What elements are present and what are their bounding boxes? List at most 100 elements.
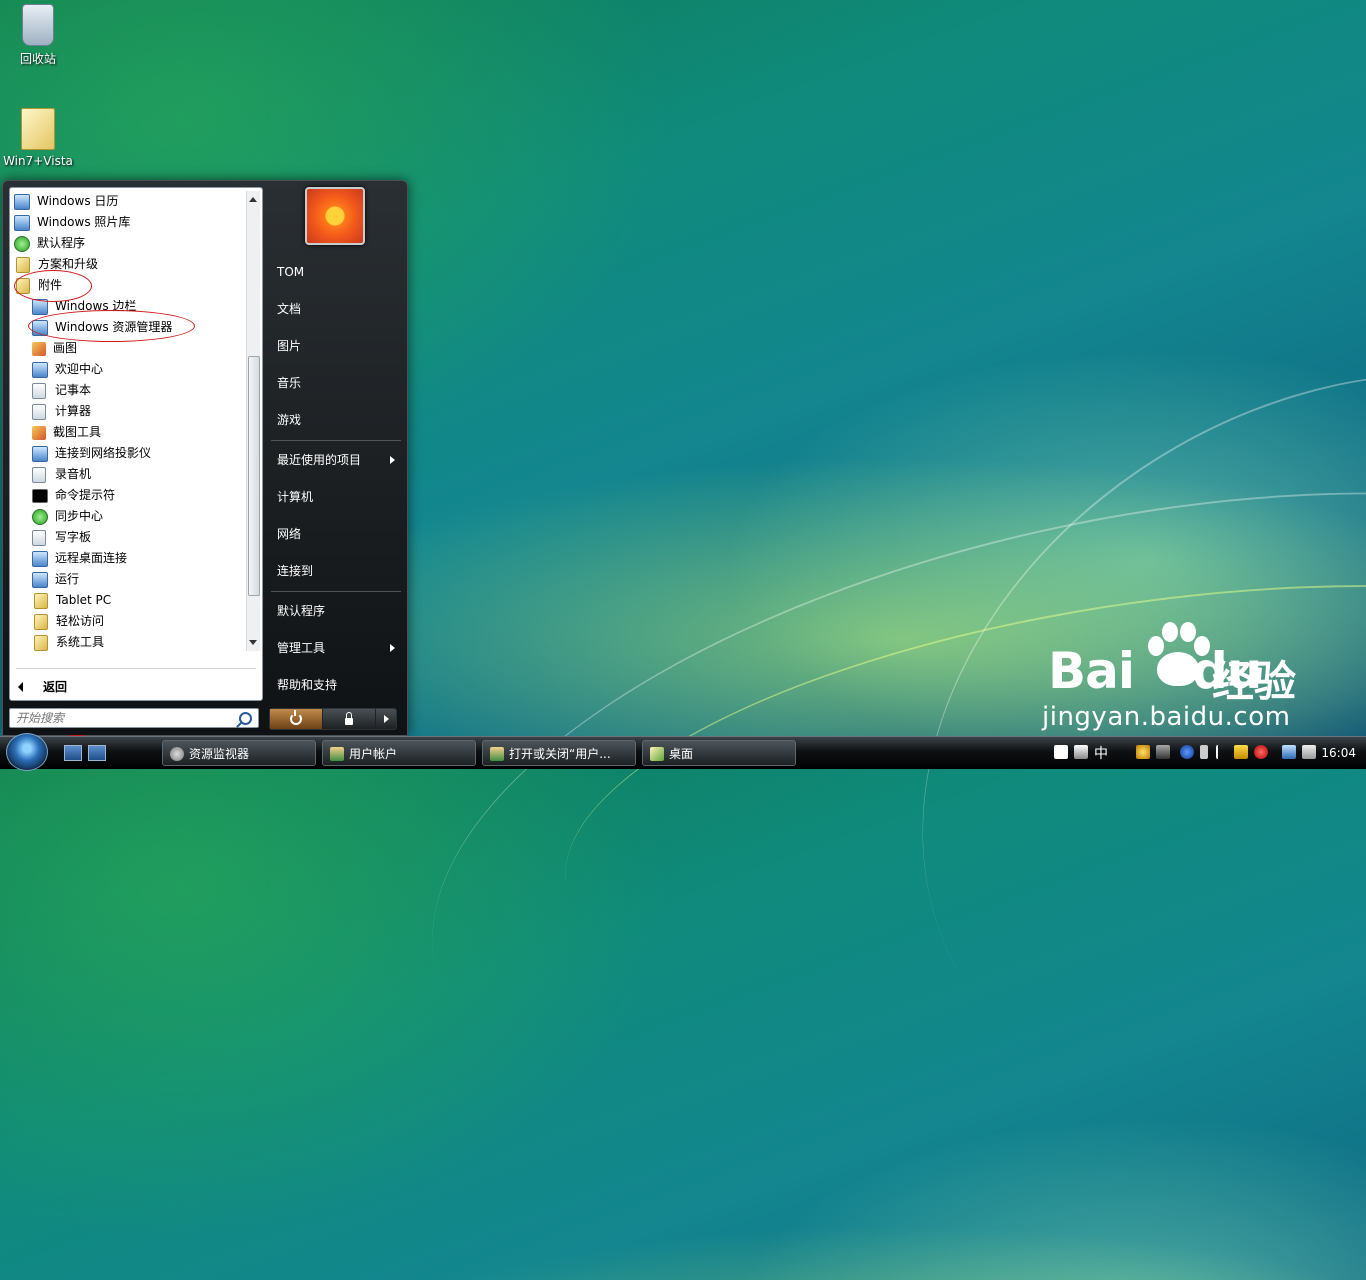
program-item-run[interactable]: 运行	[10, 569, 246, 590]
scrollbar-thumb[interactable]	[248, 356, 260, 596]
search-icon[interactable]	[239, 712, 252, 725]
program-item-windows-photo-gallery[interactable]: Windows 照片库	[10, 212, 246, 233]
place-pictures[interactable]: 图片	[271, 330, 401, 362]
ime-indicator[interactable]: 中	[1094, 743, 1108, 763]
power-button[interactable]	[270, 709, 323, 729]
show-desktop-icon[interactable]	[64, 745, 82, 761]
program-item-welcome-center[interactable]: 欢迎中心	[10, 359, 246, 380]
place-connect-to[interactable]: 连接到	[271, 555, 401, 587]
folder-icon	[34, 613, 48, 630]
program-item-paint[interactable]: 画图	[10, 338, 246, 359]
network-icon[interactable]	[1282, 745, 1296, 759]
place-music[interactable]: 音乐	[271, 367, 401, 399]
system-tray: 中 16:04	[1050, 740, 1366, 766]
place-games[interactable]: 游戏	[271, 404, 401, 436]
place-administrative-tools[interactable]: 管理工具	[271, 632, 401, 664]
place-recent-items[interactable]: 最近使用的项目	[271, 444, 401, 476]
explorer-icon	[32, 319, 48, 336]
input-tool-icon[interactable]	[1074, 745, 1088, 759]
baidu-jingyan-watermark: Bai du 经验 jingyan.baidu.com	[1040, 622, 1340, 742]
security-shield-icon[interactable]	[1234, 745, 1248, 759]
program-item-windows-sidebar[interactable]: Windows 边栏	[10, 296, 246, 317]
desktop-icon-label: Win7+Vista	[3, 154, 73, 168]
microphone-icon	[32, 466, 46, 483]
divider	[16, 668, 256, 669]
program-item-sound-recorder[interactable]: 录音机	[10, 464, 246, 485]
taskbar-button-turn-features[interactable]: 打开或关闭“用户...	[482, 740, 636, 766]
start-search-input[interactable]	[10, 709, 236, 727]
chevron-left-icon[interactable]	[1216, 745, 1226, 759]
program-folder-accessories[interactable]: 附件	[10, 275, 246, 296]
start-menu: Windows 日历 Windows 照片库 默认程序 方案和升级 附件 Win…	[2, 180, 408, 736]
projector-icon	[32, 445, 48, 462]
power-options-button[interactable]	[376, 709, 396, 729]
scroll-down-icon[interactable]	[249, 640, 257, 645]
wallpaper-swoosh	[372, 381, 1366, 1261]
help-icon[interactable]	[1180, 745, 1194, 759]
all-programs-pane: Windows 日历 Windows 照片库 默认程序 方案和升级 附件 Win…	[9, 187, 263, 701]
place-network[interactable]: 网络	[271, 518, 401, 550]
resource-monitor-icon	[170, 747, 184, 761]
desktop-icon-folder[interactable]: Win7+Vista	[0, 108, 76, 168]
program-item-sync-center[interactable]: 同步中心	[10, 506, 246, 527]
place-computer[interactable]: 计算机	[271, 481, 401, 513]
program-item-windows-explorer[interactable]: Windows 资源管理器	[10, 317, 246, 338]
power-icon	[290, 710, 302, 725]
usb-icon[interactable]	[1200, 745, 1208, 759]
default-programs-icon	[14, 235, 30, 252]
watermark-domain: jingyan.baidu.com	[1042, 702, 1291, 732]
back-button[interactable]: 返回	[18, 676, 67, 698]
error-icon[interactable]	[1254, 745, 1268, 759]
paw-logo-icon	[1142, 622, 1212, 692]
folder-icon	[34, 592, 48, 609]
place-help-and-support[interactable]: 帮助和支持	[271, 669, 401, 701]
wordpad-icon	[32, 529, 46, 546]
qr-code-icon[interactable]	[1054, 745, 1068, 759]
program-list-scrollbar[interactable]	[246, 191, 260, 651]
back-label: 返回	[43, 680, 68, 694]
chevron-right-icon	[390, 644, 395, 652]
program-item-default-programs[interactable]: 默认程序	[10, 233, 246, 254]
place-default-programs[interactable]: 默认程序	[271, 595, 401, 627]
tray-app-icon[interactable]	[1136, 745, 1150, 759]
scissors-icon	[32, 425, 46, 440]
welcome-center-icon	[32, 361, 48, 378]
program-list: Windows 日历 Windows 照片库 默认程序 方案和升级 附件 Win…	[10, 191, 246, 653]
tray-clock[interactable]: 16:04	[1321, 746, 1356, 760]
watermark-brand: Bai du	[1048, 642, 1262, 700]
program-folder-ease-of-access[interactable]: 轻松访问	[10, 611, 246, 632]
program-folder-tablet-pc[interactable]: Tablet PC	[10, 590, 246, 611]
users-icon	[490, 747, 504, 761]
scroll-up-icon[interactable]	[249, 197, 257, 202]
lock-button[interactable]	[323, 709, 376, 729]
place-documents[interactable]: 文档	[271, 293, 401, 325]
command-prompt-icon	[32, 488, 48, 503]
place-user-folder[interactable]: TOM	[271, 256, 401, 288]
program-item-windows-calendar[interactable]: Windows 日历	[10, 191, 246, 212]
program-folder-extras-upgrades[interactable]: 方案和升级	[10, 254, 246, 275]
photo-gallery-icon	[14, 214, 30, 231]
folder-icon	[650, 747, 664, 761]
program-item-remote-desktop[interactable]: 远程桌面连接	[10, 548, 246, 569]
user-avatar[interactable]	[305, 187, 365, 245]
program-item-command-prompt[interactable]: 命令提示符	[10, 485, 246, 506]
program-item-calculator[interactable]: 计算器	[10, 401, 246, 422]
start-search-box[interactable]	[9, 708, 259, 728]
volume-icon[interactable]	[1302, 745, 1316, 759]
power-controls	[269, 708, 397, 730]
program-item-snipping-tool[interactable]: 截图工具	[10, 422, 246, 443]
taskbar-button-user-accounts[interactable]: 用户帐户	[322, 740, 476, 766]
desktop-icon-recycle-bin[interactable]: 回收站	[0, 4, 76, 67]
tray-app-icon[interactable]	[1156, 745, 1170, 759]
program-item-network-projector[interactable]: 连接到网络投影仪	[10, 443, 246, 464]
taskbar-button-desktop[interactable]: 桌面	[642, 740, 796, 766]
start-button[interactable]	[6, 733, 48, 771]
notepad-icon	[32, 382, 46, 399]
program-item-notepad[interactable]: 记事本	[10, 380, 246, 401]
program-item-wordpad[interactable]: 写字板	[10, 527, 246, 548]
users-icon	[330, 747, 344, 761]
switch-windows-icon[interactable]	[88, 745, 106, 761]
desktop-icon-label: 回收站	[19, 52, 56, 66]
program-folder-system-tools[interactable]: 系统工具	[10, 632, 246, 653]
taskbar-button-resource-monitor[interactable]: 资源监视器	[162, 740, 316, 766]
